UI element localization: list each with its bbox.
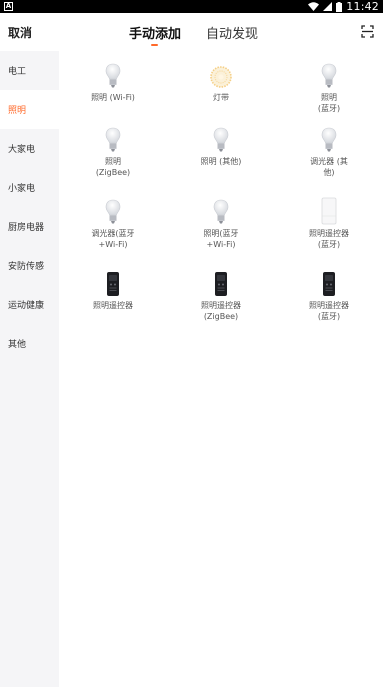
bulb-icon [167, 125, 275, 153]
bulb-icon [167, 197, 275, 225]
device-label: 照明(蓝牙 +Wi-Fi) [203, 229, 239, 249]
sidebar-item-other[interactable]: 其他 [0, 324, 59, 363]
device-label: 照明遥控器 (ZigBee) [201, 301, 241, 321]
bulb-icon [59, 125, 167, 153]
scan-icon[interactable] [361, 25, 374, 38]
device-tile[interactable]: 照明 (蓝牙) [275, 61, 383, 114]
sidebar-item-large-appliances[interactable]: 大家电 [0, 129, 59, 168]
sidebar-item-health[interactable]: 运动健康 [0, 285, 59, 324]
sidebar-item-lighting[interactable]: 照明 [0, 90, 59, 129]
device-label: 照明遥控器 (蓝牙) [309, 301, 349, 321]
device-tile[interactable]: 调光器 (其 他) [275, 125, 383, 178]
bulb-icon [59, 61, 167, 89]
sidebar-item-electrician[interactable]: 电工 [0, 51, 59, 90]
sidebar-item-label: 厨房电器 [8, 223, 45, 233]
sidebar-item-kitchen[interactable]: 厨房电器 [0, 207, 59, 246]
device-tile[interactable]: 照明遥控器 (蓝牙) [275, 269, 383, 322]
device-tile[interactable]: 灯带 [167, 61, 275, 103]
remote-icon [167, 269, 275, 297]
device-grid: 照明 (Wi-Fi) 灯带 照明 (蓝牙) 照明 (ZigBee) 照明 (其他) 调光器… [59, 51, 383, 687]
sidebar-item-label: 运动健康 [8, 301, 45, 311]
device-label: 灯带 [213, 93, 229, 102]
notification-a-icon: A [4, 2, 13, 11]
sidebar-item-small-appliances[interactable]: 小家电 [0, 168, 59, 207]
device-label: 照明遥控器 [93, 301, 133, 310]
tab-manual-add[interactable]: 手动添加 [129, 23, 181, 42]
device-label: 调光器 (其 他) [310, 157, 348, 177]
sidebar-item-label: 电工 [8, 67, 27, 77]
battery-icon [336, 1, 343, 12]
device-tile[interactable]: 照明遥控器 [59, 269, 167, 311]
sidebar-item-label: 安防传感 [8, 262, 45, 272]
cancel-button[interactable]: 取消 [8, 24, 32, 41]
remote-icon [275, 269, 383, 297]
sidebar-item-label: 其他 [8, 340, 27, 350]
bulb-icon [59, 197, 167, 225]
sidebar-item-label: 小家电 [8, 184, 36, 194]
wall-panel-icon [275, 197, 383, 225]
tab-auto-discover[interactable]: 自动发现 [206, 23, 258, 42]
status-bar: A 11:42 [0, 0, 383, 13]
sidebar-item-label: 照明 [8, 106, 27, 116]
remote-icon [59, 269, 167, 297]
device-tile[interactable]: 照明遥控器 (ZigBee) [167, 269, 275, 322]
device-label: 照明 (ZigBee) [95, 157, 131, 177]
sidebar-item-security[interactable]: 安防传感 [0, 246, 59, 285]
device-tile[interactable]: 照明 (其他) [167, 125, 275, 167]
device-label: 照明 (其他) [200, 157, 242, 166]
signal-icon [323, 2, 333, 11]
device-tile[interactable]: 调光器(蓝牙 +Wi-Fi) [59, 197, 167, 250]
device-tile[interactable]: 照明(蓝牙 +Wi-Fi) [167, 197, 275, 250]
bulb-icon [275, 125, 383, 153]
device-label: 调光器(蓝牙 +Wi-Fi) [91, 229, 135, 249]
device-tile[interactable]: 照明 (ZigBee) [59, 125, 167, 178]
category-sidebar: 电工 照明 大家电 小家电 厨房电器 安防传感 运动健康 其他 [0, 51, 59, 687]
device-tile[interactable]: 照明遥控器 (蓝牙) [275, 197, 383, 250]
bulb-icon [275, 61, 383, 89]
light-strip-icon [167, 61, 275, 89]
active-tab-indicator [151, 44, 158, 46]
sidebar-item-label: 大家电 [8, 145, 36, 155]
device-tile[interactable]: 照明 (Wi-Fi) [59, 61, 167, 103]
device-label: 照明 (Wi-Fi) [91, 93, 135, 102]
device-label: 照明遥控器 (蓝牙) [309, 229, 349, 249]
clock: 11:42 [346, 0, 379, 13]
device-label: 照明 (蓝牙) [317, 93, 341, 113]
wifi-icon [308, 2, 320, 11]
top-nav: 取消 手动添加 自动发现 [0, 13, 383, 51]
